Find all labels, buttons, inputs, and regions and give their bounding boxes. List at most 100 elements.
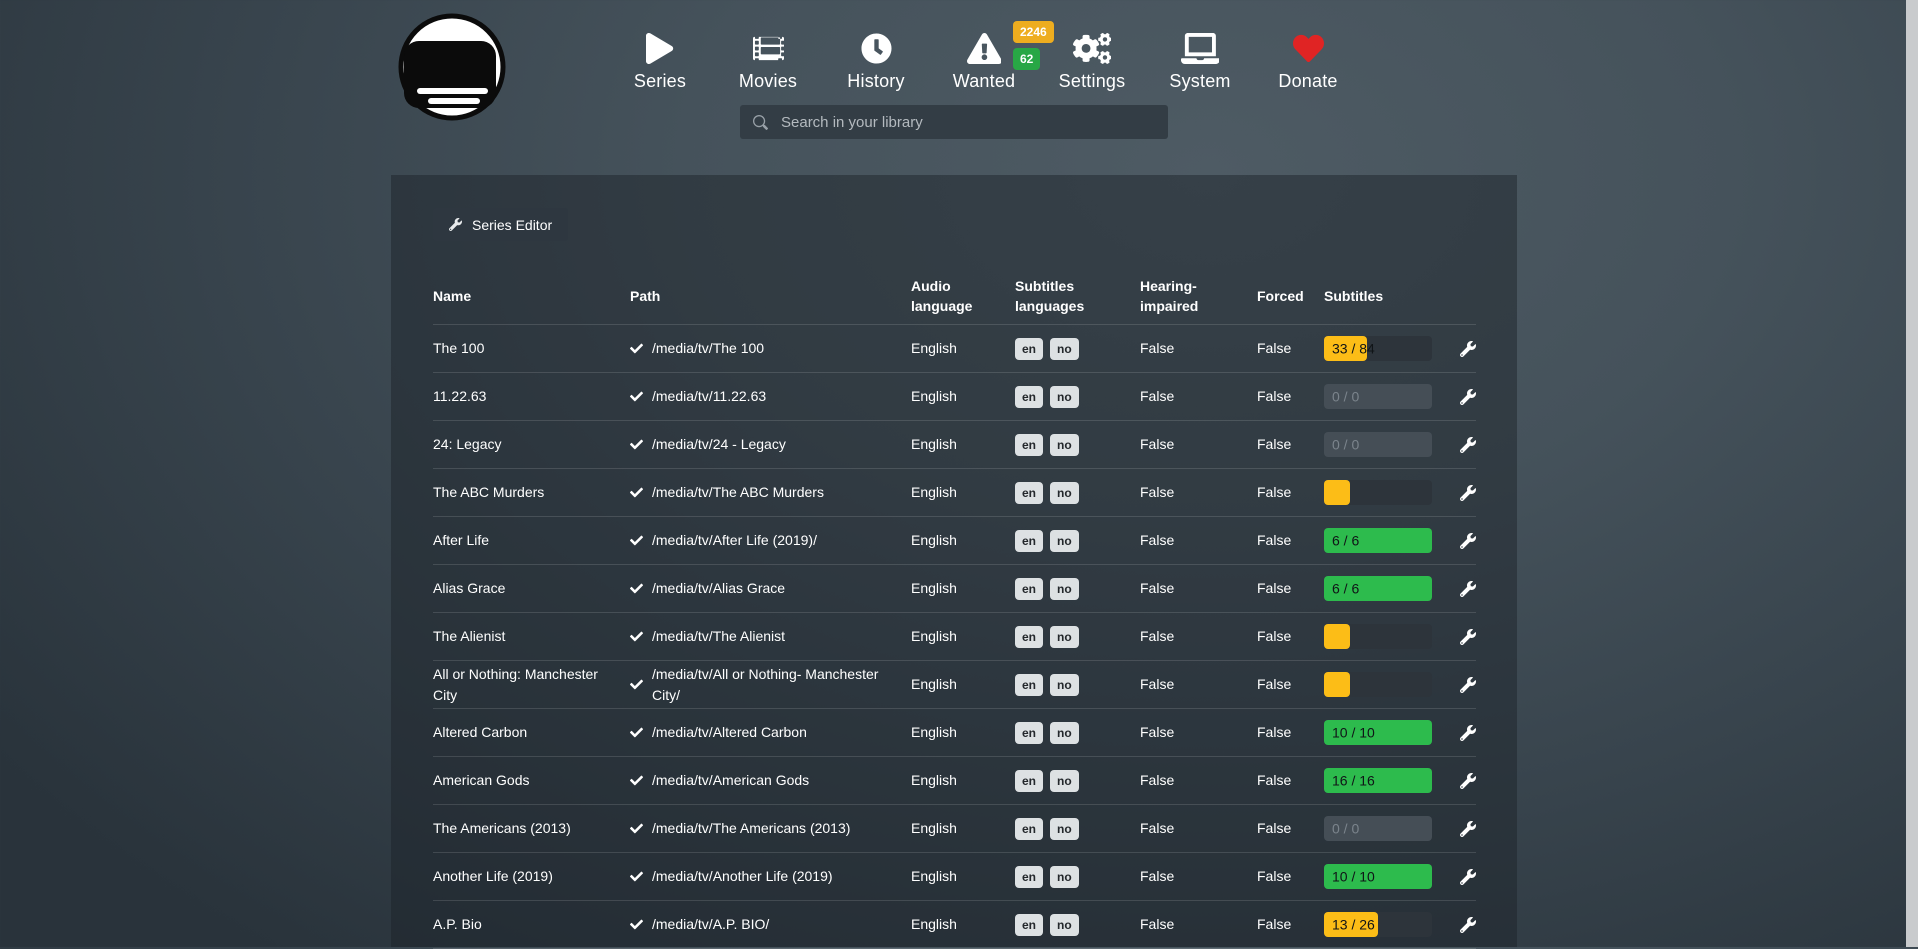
series-path: /media/tv/All or Nothing- Manchester Cit… [630, 664, 911, 706]
language-badge: en [1015, 482, 1043, 504]
path-text: /media/tv/American Gods [652, 770, 809, 791]
nav-label: Settings [1059, 71, 1126, 92]
count-badge: 2246 [1013, 21, 1054, 43]
wrench-icon[interactable] [1460, 485, 1476, 501]
series-editor-label: Series Editor [472, 217, 552, 233]
series-name[interactable]: American Gods [433, 770, 630, 791]
hearing-impaired-value: False [1140, 386, 1257, 407]
series-name[interactable]: 11.22.63 [433, 386, 630, 407]
nav-item-donate[interactable]: Donate [1254, 24, 1362, 92]
forced-value: False [1257, 674, 1324, 695]
audio-language: English [911, 818, 1015, 839]
play-icon [646, 33, 673, 64]
search-input[interactable] [779, 113, 1155, 132]
series-name[interactable]: Alias Grace [433, 578, 630, 599]
forced-value: False [1257, 338, 1324, 359]
wrench-icon[interactable] [1460, 533, 1476, 549]
wrench-icon[interactable] [1460, 341, 1476, 357]
wrench-icon[interactable] [1460, 629, 1476, 645]
progress-label: 10 / 10 [1332, 866, 1375, 887]
progress-label: 6 / 6 [1332, 530, 1359, 551]
subtitles-languages: enno [1015, 722, 1140, 744]
nav-item-settings[interactable]: Settings [1038, 24, 1146, 92]
series-name[interactable]: Altered Carbon [433, 722, 630, 743]
nav-item-system[interactable]: System [1146, 24, 1254, 92]
nav-item-wanted[interactable]: 224662Wanted [930, 24, 1038, 92]
vertical-scrollbar[interactable] [1906, 0, 1918, 947]
subtitles-progress-bar: 10 / 10 [1324, 864, 1432, 889]
warning-triangle-icon [967, 33, 1002, 64]
subtitles-progress-cell: 6 / 6 [1324, 528, 1457, 553]
language-badge: en [1015, 530, 1043, 552]
series-name[interactable]: The 100 [433, 338, 630, 359]
hearing-impaired-value: False [1140, 674, 1257, 695]
check-icon [630, 870, 643, 883]
hearing-impaired-value: False [1140, 866, 1257, 887]
hearing-impaired-value: False [1140, 722, 1257, 743]
series-name[interactable]: Another Life (2019) [433, 866, 630, 887]
series-name[interactable]: The ABC Murders [433, 482, 630, 503]
subtitles-progress-bar: 10 / 10 [1324, 720, 1432, 745]
progress-fill [1324, 624, 1350, 649]
audio-language: English [911, 530, 1015, 551]
subtitles-progress-cell: 13 / 26 [1324, 912, 1457, 937]
audio-language: English [911, 722, 1015, 743]
language-badge: no [1050, 722, 1079, 744]
series-name[interactable]: After Life [433, 530, 630, 551]
series-path: /media/tv/11.22.63 [630, 386, 911, 407]
series-path: /media/tv/Another Life (2019) [630, 866, 911, 887]
language-badge: en [1015, 722, 1043, 744]
subtitles-progress-bar [1324, 624, 1432, 649]
wrench-icon[interactable] [1460, 725, 1476, 741]
series-name[interactable]: The Americans (2013) [433, 818, 630, 839]
check-icon [630, 822, 643, 835]
wrench-icon[interactable] [1460, 869, 1476, 885]
subtitles-progress-bar: 6 / 6 [1324, 576, 1432, 601]
nav-item-movies[interactable]: Movies [714, 24, 822, 92]
table-row: The 100 /media/tv/The 100 English enno F… [433, 325, 1476, 373]
series-path: /media/tv/American Gods [630, 770, 911, 791]
nav-item-history[interactable]: History [822, 24, 930, 92]
subtitles-progress-cell: 0 / 0 [1324, 384, 1457, 409]
wrench-icon[interactable] [1460, 917, 1476, 933]
content-panel: Series Editor NamePathAudio languageSubt… [391, 175, 1517, 947]
wrench-icon[interactable] [1460, 389, 1476, 405]
nav-label: Movies [739, 71, 797, 92]
series-name[interactable]: All or Nothing: Manchester City [433, 664, 630, 706]
check-icon [630, 918, 643, 931]
progress-label: 0 / 0 [1332, 434, 1359, 455]
path-text: /media/tv/The Americans (2013) [652, 818, 850, 839]
audio-language: English [911, 386, 1015, 407]
wrench-icon[interactable] [1460, 581, 1476, 597]
nav-label: System [1169, 71, 1230, 92]
subtitles-progress-cell: 10 / 10 [1324, 864, 1457, 889]
language-badge: en [1015, 674, 1043, 696]
wrench-icon[interactable] [1460, 821, 1476, 837]
series-editor-button[interactable]: Series Editor [433, 208, 568, 241]
hearing-impaired-value: False [1140, 626, 1257, 647]
table-row: The Americans (2013) /media/tv/The Ameri… [433, 805, 1476, 853]
forced-value: False [1257, 434, 1324, 455]
check-icon [630, 390, 643, 403]
wrench-icon[interactable] [1460, 437, 1476, 453]
path-text: /media/tv/All or Nothing- Manchester Cit… [652, 664, 897, 706]
column-header: Audio language [911, 276, 1015, 316]
series-name[interactable]: A.P. Bio [433, 914, 630, 935]
progress-fill [1324, 672, 1350, 697]
subtitles-progress-cell: 0 / 0 [1324, 432, 1457, 457]
series-name[interactable]: The Alienist [433, 626, 630, 647]
check-icon [630, 678, 643, 691]
table-row: American Gods /media/tv/American Gods En… [433, 757, 1476, 805]
nav-item-series[interactable]: Series [606, 24, 714, 92]
top-navigation: Series Movies History224662Wanted Settings S… [606, 24, 1362, 92]
language-badge: en [1015, 914, 1043, 936]
series-path: /media/tv/After Life (2019)/ [630, 530, 911, 551]
wrench-icon[interactable] [1460, 677, 1476, 693]
audio-language: English [911, 482, 1015, 503]
wrench-icon[interactable] [1460, 773, 1476, 789]
count-badge: 62 [1013, 48, 1040, 70]
language-badge: en [1015, 338, 1043, 360]
app-logo[interactable] [394, 8, 510, 129]
column-header: Hearing-impaired [1140, 276, 1257, 316]
series-name[interactable]: 24: Legacy [433, 434, 630, 455]
